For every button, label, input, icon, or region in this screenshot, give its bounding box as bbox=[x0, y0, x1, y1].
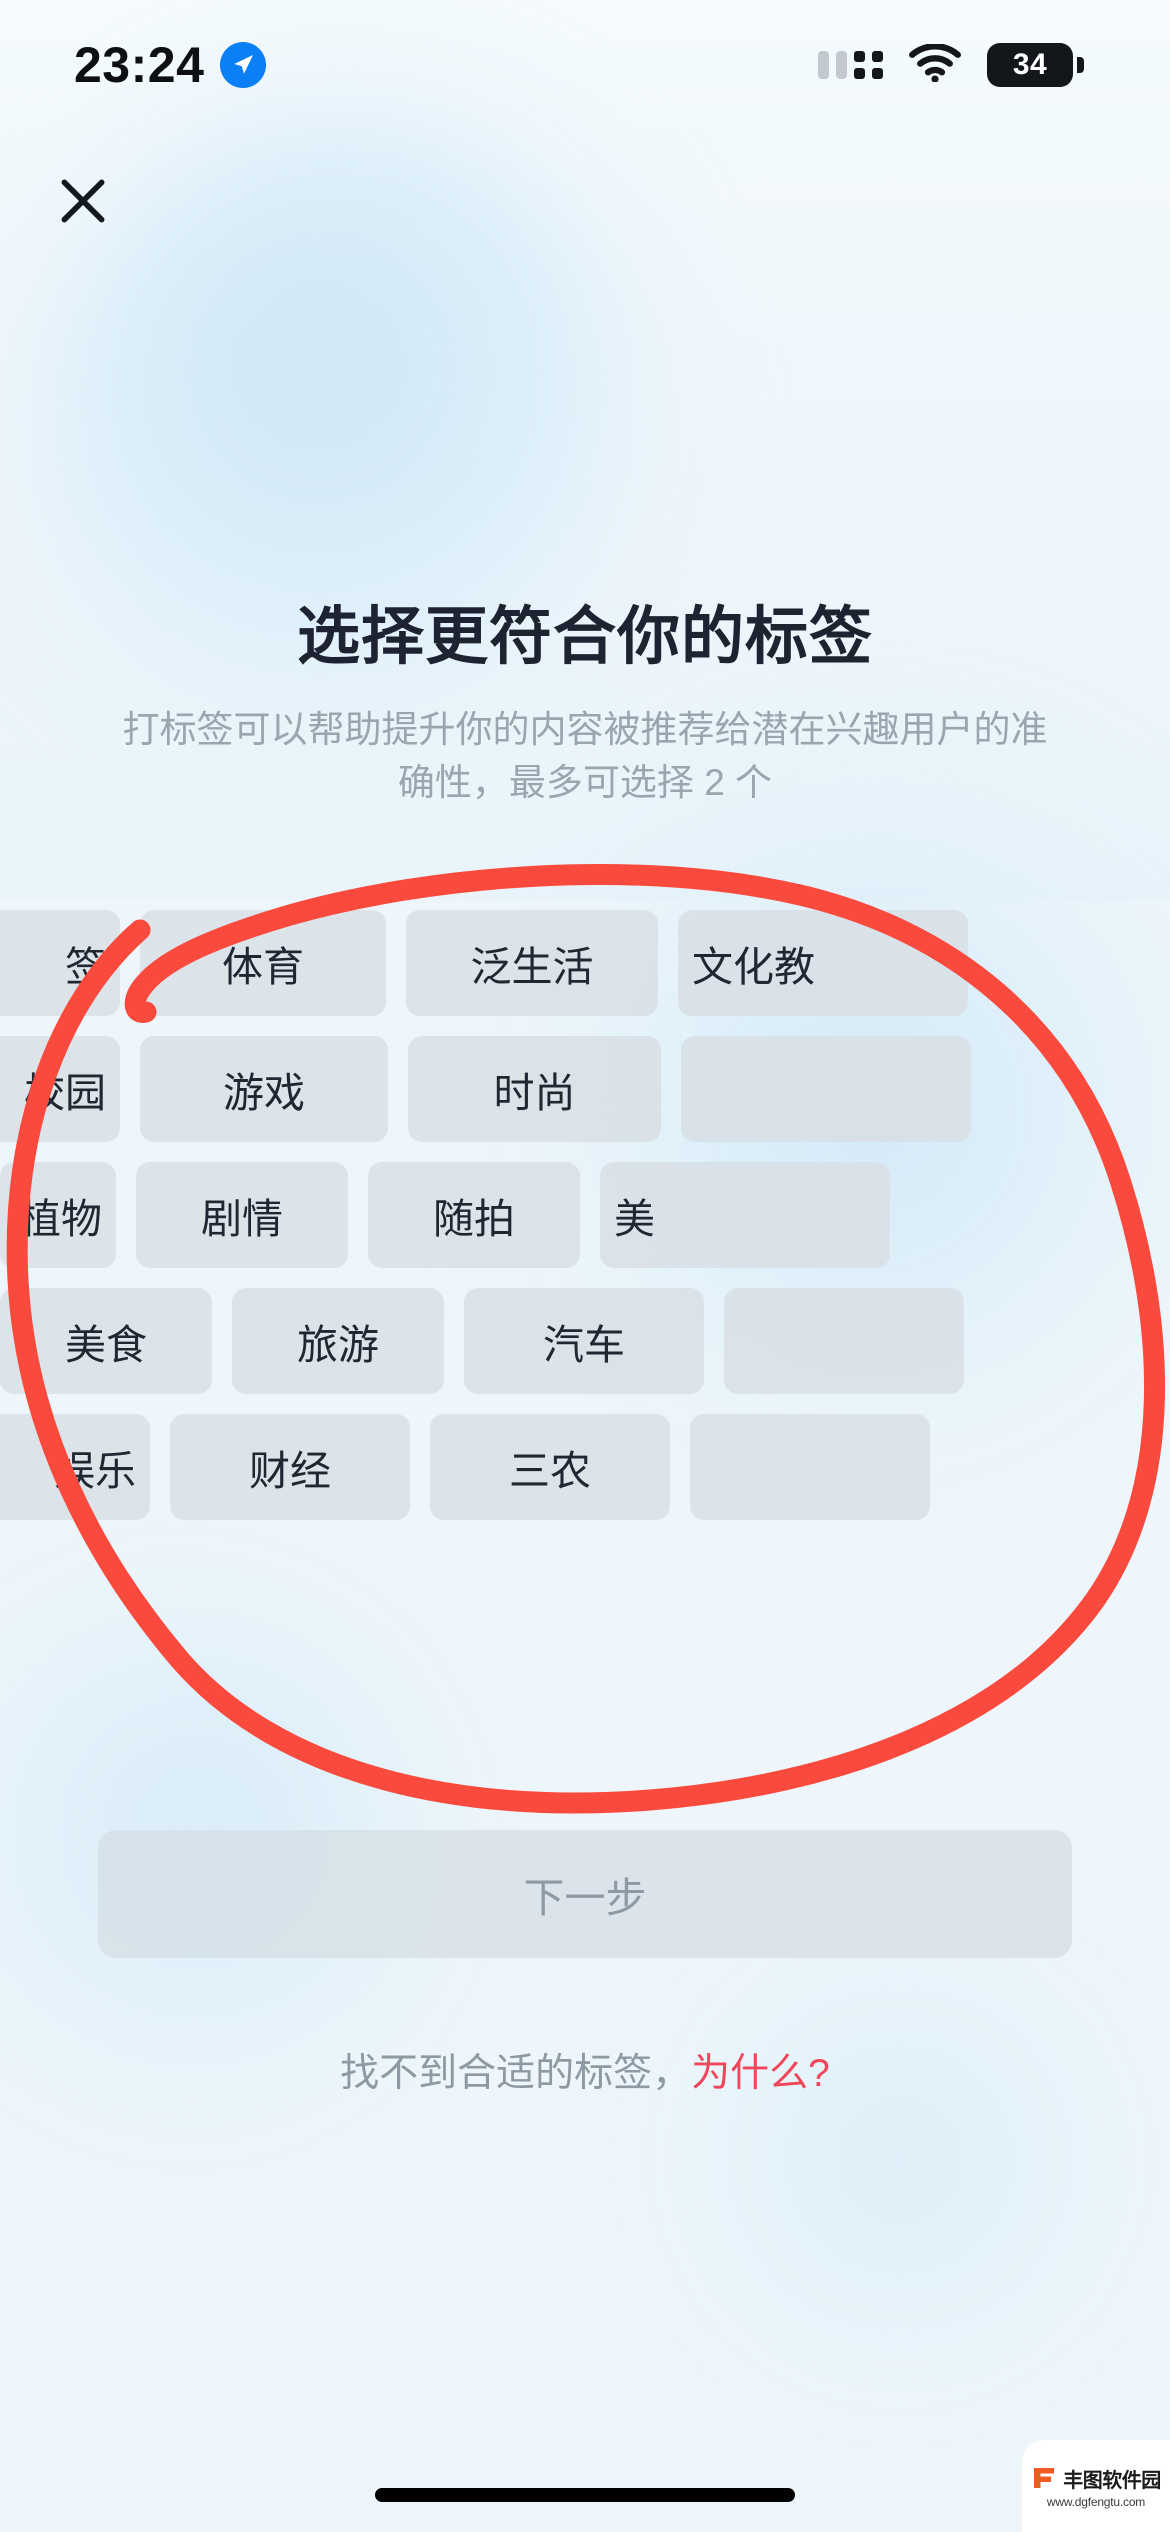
tag-chip[interactable]: 签 bbox=[0, 910, 120, 1016]
tag-row: 娱乐 财经 三农 bbox=[0, 1414, 1170, 1520]
tag-chip[interactable]: 时尚 bbox=[408, 1036, 661, 1142]
tag-chip-label: 财经 bbox=[249, 1448, 331, 1494]
battery-level-label: 34 bbox=[1012, 48, 1048, 81]
why-link[interactable]: 为什么? bbox=[691, 2052, 830, 2095]
tag-chip-label: 时尚 bbox=[493, 1070, 576, 1116]
tag-chip-label: 随拍 bbox=[433, 1196, 515, 1242]
tag-chip[interactable] bbox=[681, 1036, 971, 1142]
tag-chip-label: 剧情 bbox=[201, 1196, 283, 1242]
status-bar-clock: 23:24 bbox=[74, 37, 205, 93]
status-bar-right: 34 bbox=[818, 42, 1084, 87]
background-blob-bottom bbox=[640, 1900, 1160, 2420]
tag-chip[interactable]: 体育 bbox=[140, 910, 386, 1016]
tag-chip[interactable]: 随拍 bbox=[368, 1162, 580, 1268]
tag-chip-label: 三农 bbox=[509, 1448, 591, 1494]
location-arrow-icon bbox=[220, 42, 267, 88]
tag-chip-label: 文化教 bbox=[692, 944, 815, 990]
tag-chip[interactable]: 游戏 bbox=[140, 1036, 388, 1142]
tag-chip[interactable]: 文化教 bbox=[678, 910, 968, 1016]
tag-chip[interactable]: 汽车 bbox=[464, 1288, 704, 1394]
tag-chip-label: 游戏 bbox=[223, 1070, 305, 1116]
tag-chip-label: 校园 bbox=[24, 1070, 106, 1116]
tag-chip[interactable] bbox=[724, 1288, 964, 1394]
tag-row: 美食 旅游 汽车 bbox=[0, 1288, 1170, 1394]
watermark-url: www.dgfengtu.com bbox=[1046, 2494, 1146, 2509]
tag-chip[interactable]: 娱乐 bbox=[0, 1414, 150, 1520]
footer-text: 找不到合适的标签， bbox=[340, 2052, 692, 2095]
footer-help-text: 找不到合适的标签，为什么? bbox=[0, 2042, 1170, 2098]
tag-chip-label: 美食 bbox=[65, 1322, 147, 1368]
page-subtitle: 打标签可以帮助提升你的内容被推荐给潜在兴趣用户的准确性，最多可选择 2 个 bbox=[122, 709, 1048, 803]
tag-chip[interactable]: 剧情 bbox=[136, 1162, 348, 1268]
tag-row: 植物 剧情 随拍 美 bbox=[0, 1162, 1170, 1268]
tag-chip-label: 签 bbox=[65, 944, 106, 990]
watermark-logo-row: 丰图软件园 bbox=[1031, 2464, 1161, 2493]
tag-chip[interactable]: 美食 bbox=[0, 1288, 212, 1394]
tag-chip-label: 美 bbox=[614, 1196, 655, 1242]
status-bar: 23:24 34 bbox=[0, 0, 1170, 130]
cellular-signal-icon bbox=[818, 51, 883, 79]
tag-chip-label: 体育 bbox=[222, 944, 304, 990]
tag-chip[interactable]: 校园 bbox=[0, 1036, 120, 1142]
tag-chip-label: 旅游 bbox=[297, 1322, 379, 1368]
tag-chip-label: 植物 bbox=[20, 1196, 102, 1242]
watermark-logo-icon bbox=[1034, 2468, 1055, 2488]
tag-chip[interactable]: 美 bbox=[600, 1162, 890, 1268]
tag-chip[interactable]: 三农 bbox=[430, 1414, 670, 1520]
tag-row: 签 体育 泛生活 文化教 bbox=[0, 910, 1170, 1016]
battery-icon: 34 bbox=[987, 43, 1084, 87]
home-indicator bbox=[375, 2488, 795, 2502]
page-title: 选择更符合你的标签 bbox=[297, 602, 873, 672]
tag-row: 校园 游戏 时尚 bbox=[0, 1036, 1170, 1142]
tag-chip[interactable] bbox=[690, 1414, 930, 1520]
tag-chip[interactable]: 泛生活 bbox=[406, 910, 658, 1016]
tag-grid: 签 体育 泛生活 文化教校园 游戏 时尚植物 剧情 随拍 美美食 旅游 汽车娱乐 财经 三农 bbox=[0, 910, 1170, 1540]
wifi-icon bbox=[909, 42, 961, 87]
watermark: 丰图软件园 www.dgfengtu.com bbox=[1022, 2440, 1170, 2532]
tag-chip[interactable]: 财经 bbox=[170, 1414, 410, 1520]
tag-chip-label: 泛生活 bbox=[470, 944, 594, 990]
next-button-label: 下一步 bbox=[523, 1875, 647, 1921]
status-bar-left: 23:24 bbox=[74, 36, 267, 94]
tag-chip[interactable]: 植物 bbox=[0, 1162, 116, 1268]
close-icon[interactable] bbox=[52, 170, 114, 232]
tag-chip-label: 娱乐 bbox=[54, 1448, 136, 1494]
tag-chip[interactable]: 旅游 bbox=[232, 1288, 444, 1394]
tag-chip-label: 汽车 bbox=[543, 1322, 625, 1368]
watermark-name: 丰图软件园 bbox=[1063, 2469, 1161, 2492]
next-button[interactable]: 下一步 bbox=[98, 1830, 1072, 1958]
